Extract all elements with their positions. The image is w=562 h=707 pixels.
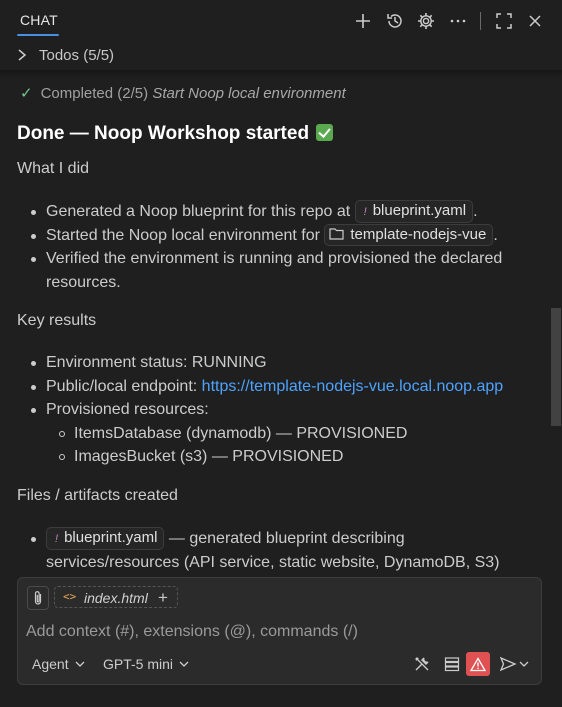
list-item: Public/local endpoint: https://template-… (28, 375, 538, 399)
tools-icon (415, 657, 429, 671)
new-chat-button[interactable] (352, 10, 374, 32)
history-button[interactable] (384, 10, 406, 32)
list-item-punct: . (493, 226, 498, 244)
server-button[interactable] (440, 652, 464, 676)
folder-icon (329, 227, 344, 240)
section-heading-what-i-did: What I did (17, 160, 90, 177)
todos-shadow (0, 70, 562, 78)
blueprint-file-link[interactable]: ! blueprint.yaml (354, 200, 474, 223)
settings-button[interactable] (415, 10, 437, 32)
context-file-chip[interactable]: <> index.html + (54, 586, 178, 608)
more-actions-button[interactable] (447, 10, 469, 32)
list-item: Verified the environment is running and … (28, 247, 538, 294)
list-item-punct: . (473, 203, 478, 220)
mode-label: Agent (32, 656, 69, 672)
paperclip-icon (34, 591, 42, 605)
gear-icon (418, 13, 434, 29)
what-i-did-list: Generated a Noop blueprint for this repo… (28, 200, 538, 294)
list-item: Started the Noop local environment for t… (28, 223, 538, 248)
list-item-text: services/resources (API service, static … (46, 553, 500, 571)
check-icon: ✓ (20, 85, 33, 102)
history-icon (387, 14, 402, 28)
tools-button[interactable] (410, 652, 434, 676)
list-item: Provisioned resources: (28, 398, 538, 422)
yaml-file-icon: ! (363, 206, 367, 218)
maximize-button[interactable] (493, 10, 515, 32)
files-list: ! blueprint.yaml — generated blueprint de… (28, 527, 538, 572)
endpoint-link[interactable]: https://template-nodejs-vue.local.noop.a… (202, 378, 504, 395)
code-text: template-nodejs-vue (350, 225, 487, 243)
chevron-down-icon (519, 661, 529, 667)
close-button[interactable] (524, 10, 546, 32)
section-heading-files: Files / artifacts created (17, 487, 178, 504)
server-icon (444, 657, 460, 672)
blueprint-file-link[interactable]: ! blueprint.yaml (46, 527, 165, 550)
completed-task: Start Noop local environment (152, 85, 346, 102)
model-picker[interactable]: GPT-5 mini (103, 656, 189, 672)
list-item: ItemsDatabase (dynamodb) — PROVISIONED (28, 422, 538, 446)
response-title-text: Done — Noop Workshop started (17, 123, 310, 144)
content-scrollbar[interactable] (551, 308, 561, 426)
context-file-name: index.html (84, 590, 148, 606)
check-mark-emoji-icon (316, 124, 334, 141)
chat-header: CHAT (0, 0, 562, 42)
list-item-text: — generated blueprint describing (168, 530, 405, 547)
warning-button[interactable] (466, 652, 490, 676)
yaml-file-icon: ! (55, 533, 59, 545)
code-text: blueprint.yaml (372, 202, 467, 219)
list-item: ! blueprint.yaml — generated blueprint de… (28, 527, 538, 572)
chevron-right-icon (18, 49, 27, 61)
list-item: Generated a Noop blueprint for this repo… (28, 200, 538, 224)
list-item-text: Started the Noop local environment for (46, 226, 320, 244)
list-item: ImagesBucket (s3) — PROVISIONED (28, 445, 538, 469)
chat-response: ✓ Completed (2/5) Start Noop local enviro… (0, 78, 548, 572)
html-file-icon: <> (63, 590, 77, 603)
list-item-text: Generated a Noop blueprint for this repo… (46, 203, 351, 220)
response-title: Done — Noop Workshop started (17, 123, 334, 145)
completed-label: Completed (2/5) (40, 85, 149, 102)
warning-icon (470, 656, 486, 671)
chevron-down-icon (75, 661, 85, 667)
more-icon (450, 19, 466, 23)
chat-input-field[interactable]: Add context (#), extensions (@), command… (26, 623, 358, 641)
close-icon (529, 15, 541, 27)
plus-icon (356, 14, 370, 28)
key-results-list: Environment status: RUNNING Public/local… (28, 351, 538, 469)
tab-active-indicator (17, 34, 59, 36)
mode-picker[interactable]: Agent (32, 656, 85, 672)
header-divider (480, 12, 481, 30)
chevron-down-icon (179, 661, 189, 667)
code-text: blueprint.yaml (64, 529, 158, 546)
tab-chat[interactable]: CHAT (20, 12, 58, 28)
list-item: Environment status: RUNNING (28, 351, 538, 375)
folder-link[interactable]: template-nodejs-vue (324, 223, 494, 246)
attach-button[interactable] (27, 586, 49, 610)
list-item-text: Public/local endpoint: (46, 377, 198, 395)
send-options-button[interactable] (516, 652, 532, 676)
todos-toggle[interactable]: Todos (5/5) (0, 42, 562, 71)
section-heading-key-results: Key results (17, 312, 97, 329)
model-label: GPT-5 mini (103, 656, 174, 672)
chat-input-box: <> index.html + Add context (#), extensi… (17, 577, 542, 685)
send-icon (499, 656, 517, 672)
todos-label: Todos (5/5) (39, 47, 115, 64)
add-context-button[interactable]: + (158, 588, 168, 608)
maximize-icon (496, 13, 512, 29)
completed-status: ✓ Completed (2/5) Start Noop local enviro… (20, 84, 346, 102)
